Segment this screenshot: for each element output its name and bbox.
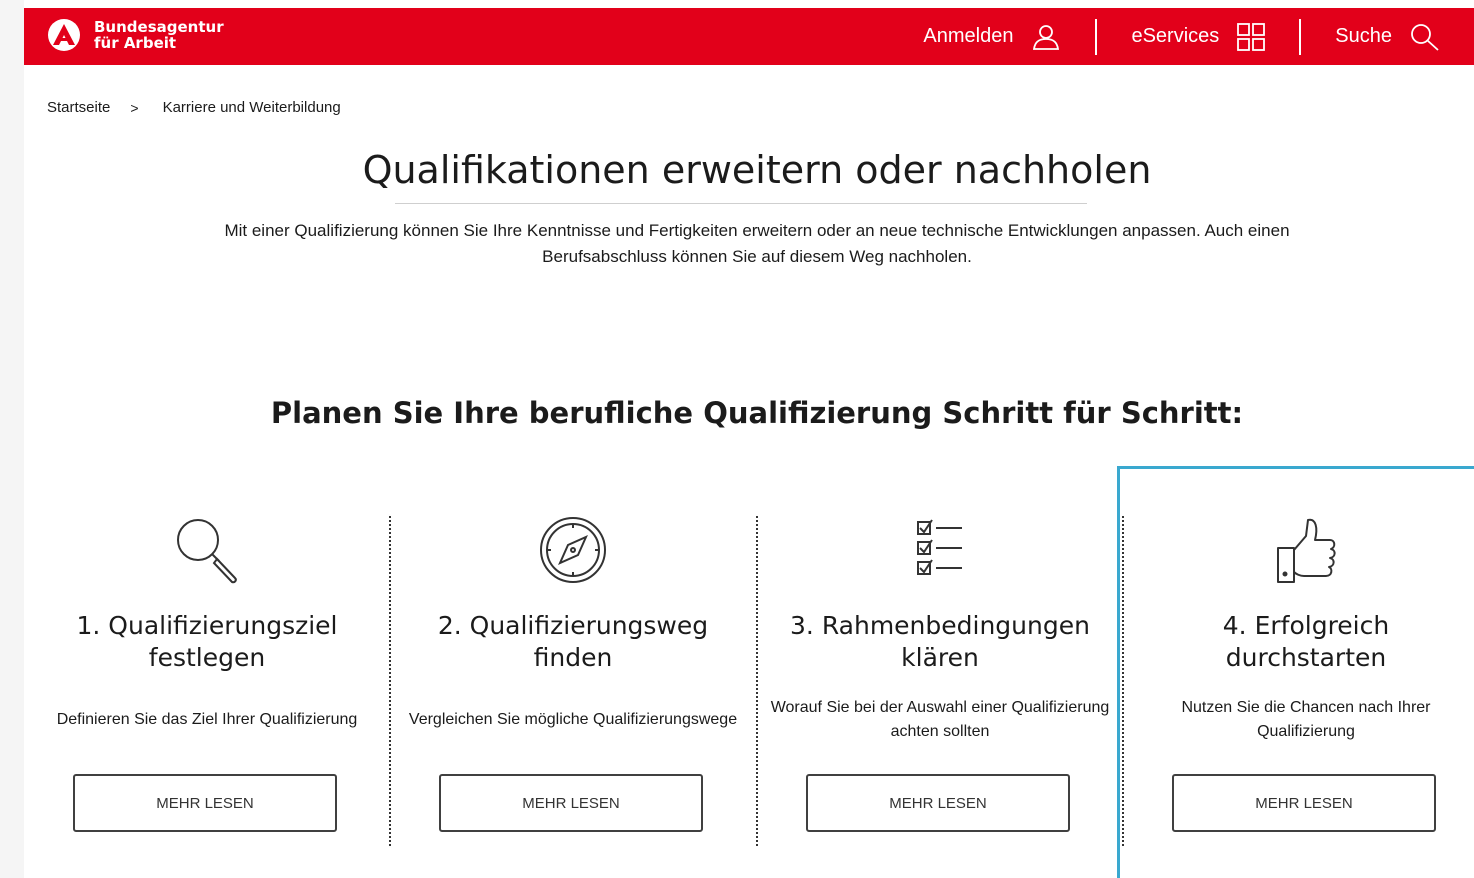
logo[interactable]: Bundesagentur für Arbeit [48, 19, 224, 51]
step-card-3: 3. Rahmenbedingungen klären Worauf Sie b… [770, 510, 1110, 832]
search-label: Suche [1335, 25, 1392, 47]
step-title-line-2: festlegen [148, 643, 266, 672]
nav-separator [1299, 18, 1302, 55]
logo-line-1: Bundesagentur [94, 18, 224, 36]
compass-icon [403, 510, 743, 592]
checklist-icon [770, 510, 1110, 592]
title-underline [395, 203, 1087, 204]
step-card-1: 1. Qualifizierungsziel festlegen Definie… [37, 510, 377, 832]
search-link[interactable]: Suche [1335, 23, 1440, 51]
step-title: 4. Erfolgreich durchstarten [1136, 610, 1474, 674]
step-title-line-2: klären [901, 643, 979, 672]
step-title-line-1: 3. Rahmenbedingungen [790, 611, 1090, 640]
magnifier-icon [37, 510, 377, 592]
step-title-line-2: finden [533, 643, 613, 672]
steps-heading: Planen Sie Ihre berufliche Qualifizierun… [270, 396, 1244, 430]
logo-line-2: für Arbeit [94, 34, 177, 52]
thumbs-up-icon [1136, 510, 1474, 592]
step-divider [756, 516, 758, 846]
step-card-4: 4. Erfolgreich durchstarten Nutzen Sie d… [1136, 510, 1474, 832]
search-icon [1411, 23, 1439, 51]
page-title: Qualifikationen erweitern oder nachholen [362, 148, 1152, 192]
mehr-lesen-button[interactable]: MEHR LESEN [806, 774, 1070, 832]
logo-mark-icon [48, 19, 80, 51]
logo-text: Bundesagentur für Arbeit [94, 19, 224, 51]
step-title: 1. Qualifizierungsziel festlegen [37, 610, 377, 674]
breadcrumb-current[interactable]: Karriere und Weiterbildung [163, 99, 341, 116]
login-label: Anmelden [923, 25, 1014, 47]
step-description: Nutzen Sie die Chancen nach Ihrer Qualif… [1181, 699, 1431, 740]
step-description: Vergleichen Sie mögliche Qualifizierungs… [408, 711, 738, 728]
step-title-line-2: durchstarten [1225, 643, 1387, 672]
breadcrumb: Startseite > Karriere und Weiterbildung [47, 99, 341, 116]
site-header: Bundesagentur für Arbeit Anmelden eServi… [24, 8, 1474, 65]
step-divider [389, 516, 391, 846]
intro-text: Mit einer Qualifizierung können Sie Ihre… [224, 221, 1290, 266]
user-icon [1033, 24, 1060, 50]
eservices-link[interactable]: eServices [1131, 22, 1266, 51]
page-left-margin [0, 0, 24, 878]
step-description: Worauf Sie bei der Auswahl einer Qualifi… [770, 699, 1110, 740]
breadcrumb-separator: > [130, 99, 139, 116]
step-title-line-1: 4. Erfolgreich [1222, 611, 1390, 640]
step-divider [1122, 516, 1124, 846]
step-title: 2. Qualifizierungsweg finden [403, 610, 743, 674]
mehr-lesen-button[interactable]: MEHR LESEN [73, 774, 337, 832]
header-nav: Anmelden eServices Suche [923, 8, 1474, 65]
eservices-label: eServices [1131, 25, 1220, 47]
step-title-line-1: 1. Qualifizierungsziel [76, 611, 338, 640]
mehr-lesen-button[interactable]: MEHR LESEN [439, 774, 703, 832]
step-card-2: 2. Qualifizierungsweg finden Vergleichen… [403, 510, 743, 832]
nav-separator [1095, 18, 1098, 55]
grid-icon [1237, 22, 1266, 51]
login-link[interactable]: Anmelden [923, 23, 1061, 51]
breadcrumb-home[interactable]: Startseite [47, 99, 110, 116]
step-title-line-1: 2. Qualifizierungsweg [437, 611, 709, 640]
step-description: Definieren Sie das Ziel Ihrer Qualifizie… [56, 711, 358, 728]
step-title: 3. Rahmenbedingungen klären [770, 610, 1110, 674]
mehr-lesen-button[interactable]: MEHR LESEN [1172, 774, 1436, 832]
